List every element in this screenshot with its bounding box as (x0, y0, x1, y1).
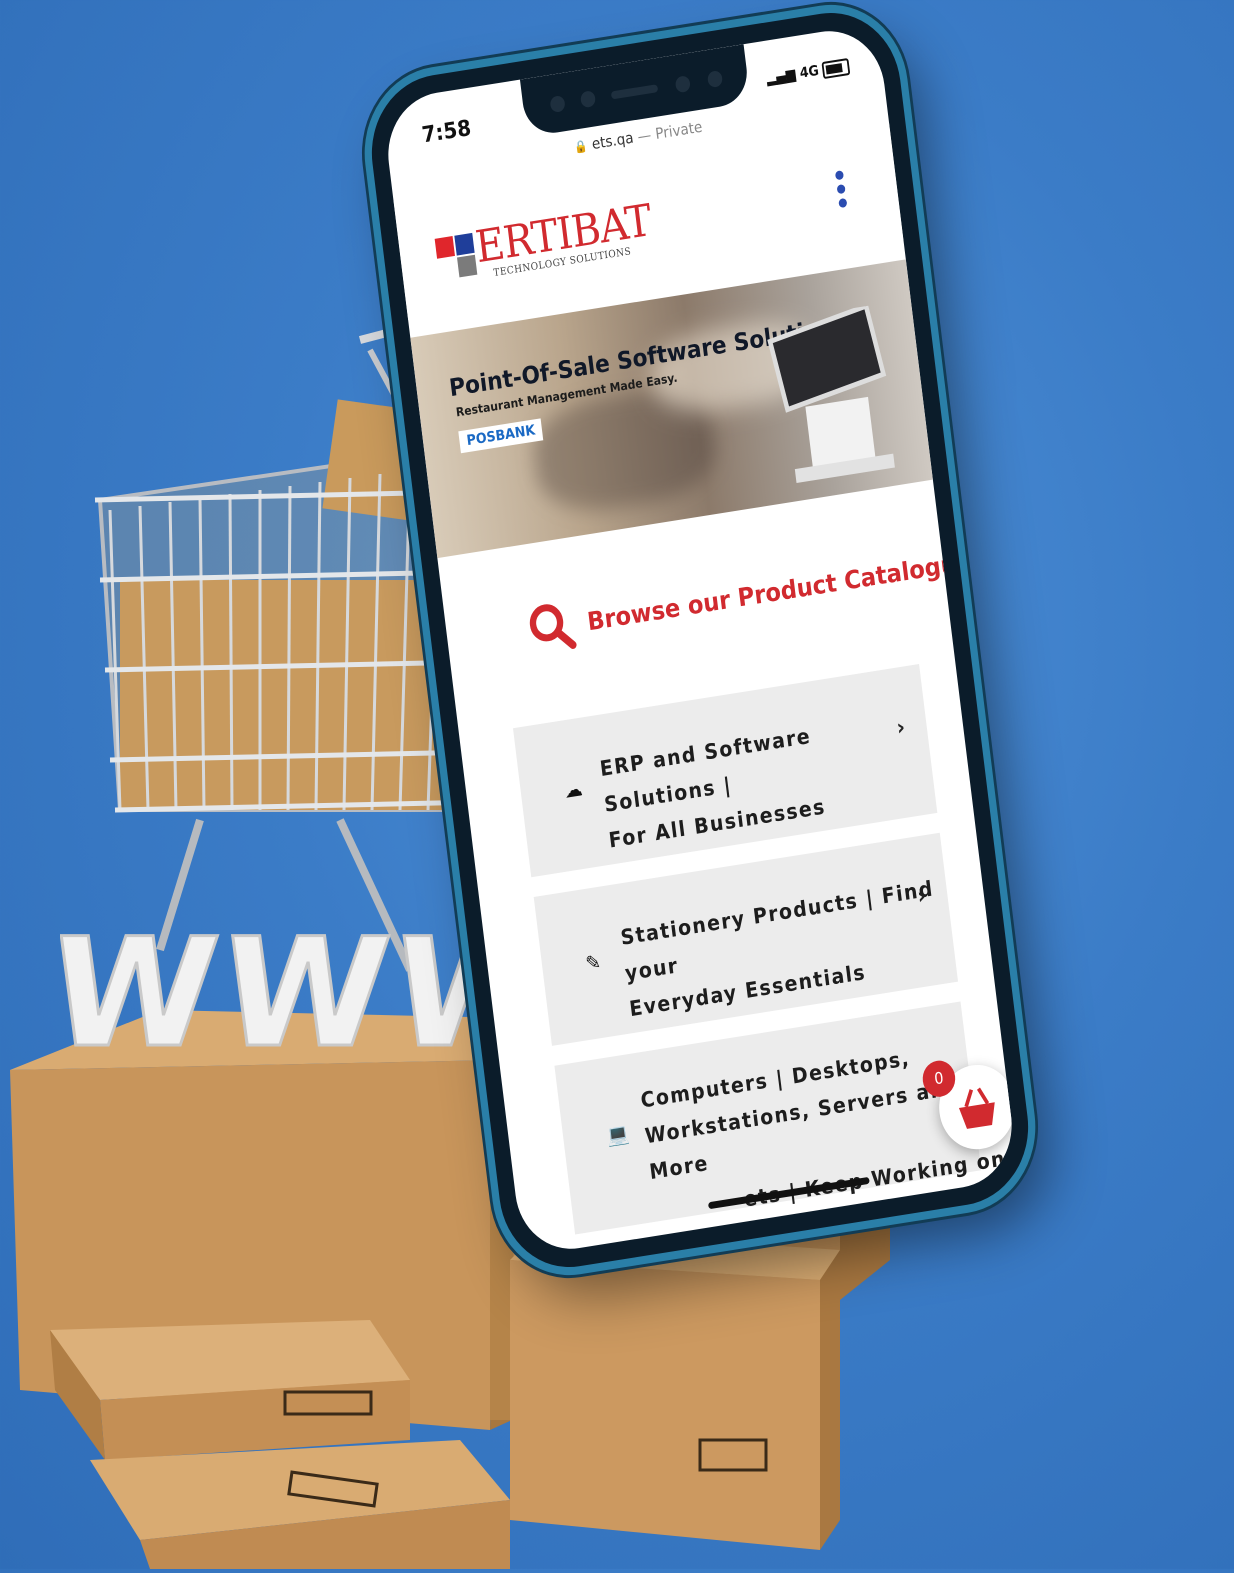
category-erp-label: ERP and Software Solutions | For All Bus… (598, 723, 827, 853)
catalogue-heading[interactable]: Browse our Product Catalogue (525, 535, 975, 657)
pos-terminal-image (767, 303, 895, 484)
laptop-icon: 💻 (605, 1120, 631, 1149)
logo-squares-icon (434, 232, 479, 279)
cloud-upload-icon: ☁ (562, 776, 584, 803)
lock-icon: 🔒 (573, 138, 589, 155)
network-type: 4G (798, 62, 820, 82)
kebab-menu-icon[interactable] (834, 170, 849, 213)
battery-icon (821, 57, 851, 80)
pencil-icon: ✎ (584, 949, 603, 976)
status-time: 7:58 (420, 115, 473, 149)
search-icon (529, 604, 577, 649)
catalogue-heading-text: Browse our Product Catalogue (585, 546, 974, 636)
signal-indicator: ▂▄▆ 4G (765, 62, 820, 87)
posbank-brand: POSBANK (458, 418, 544, 454)
category-stationery-label: Stationery Products | Find your Everyday… (619, 876, 935, 1022)
